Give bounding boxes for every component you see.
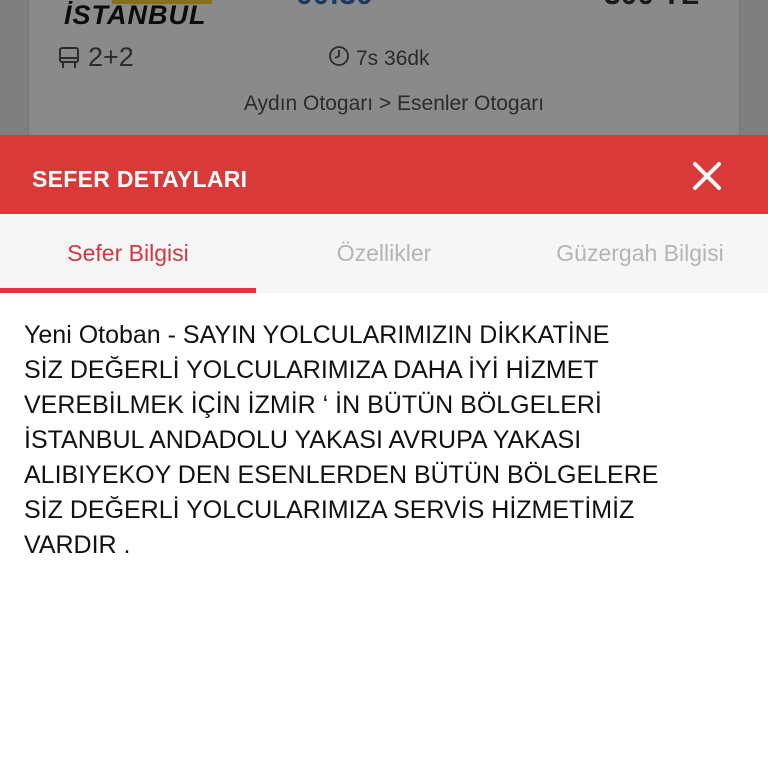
seat-layout-label: 2+2 bbox=[88, 42, 134, 72]
modal-header: SEFER DETAYLARI bbox=[0, 135, 768, 214]
trip-price: 300 TL bbox=[604, 0, 699, 12]
departure-time: 00:30 bbox=[296, 0, 373, 12]
trip-info-text: Yeni Otoban - SAYIN YOLCULARIMIZIN DİKKA… bbox=[24, 321, 659, 559]
trip-duration: 7s 36dk bbox=[328, 45, 430, 72]
close-button[interactable] bbox=[688, 157, 726, 195]
tab-sefer-bilgisi[interactable]: Sefer Bilgisi bbox=[0, 214, 256, 293]
modal-title: SEFER DETAYLARI bbox=[32, 166, 248, 192]
seat-layout: 2+2 bbox=[58, 42, 134, 73]
duration-label: 7s 36dk bbox=[356, 46, 430, 70]
brand-logo: İSTANBUL bbox=[64, 0, 207, 30]
route-label: Aydın Otogarı > Esenler Otogarı bbox=[243, 92, 545, 115]
clock-icon bbox=[328, 45, 350, 72]
tab-ozellikler[interactable]: Özellikler bbox=[256, 214, 512, 293]
modal-tabs: Sefer Bilgisi Özellikler Güzergah Bilgis… bbox=[0, 214, 768, 293]
seat-icon bbox=[58, 46, 80, 70]
tab-guzergah-bilgisi[interactable]: Güzergah Bilgisi bbox=[512, 214, 768, 293]
close-icon bbox=[693, 162, 721, 190]
